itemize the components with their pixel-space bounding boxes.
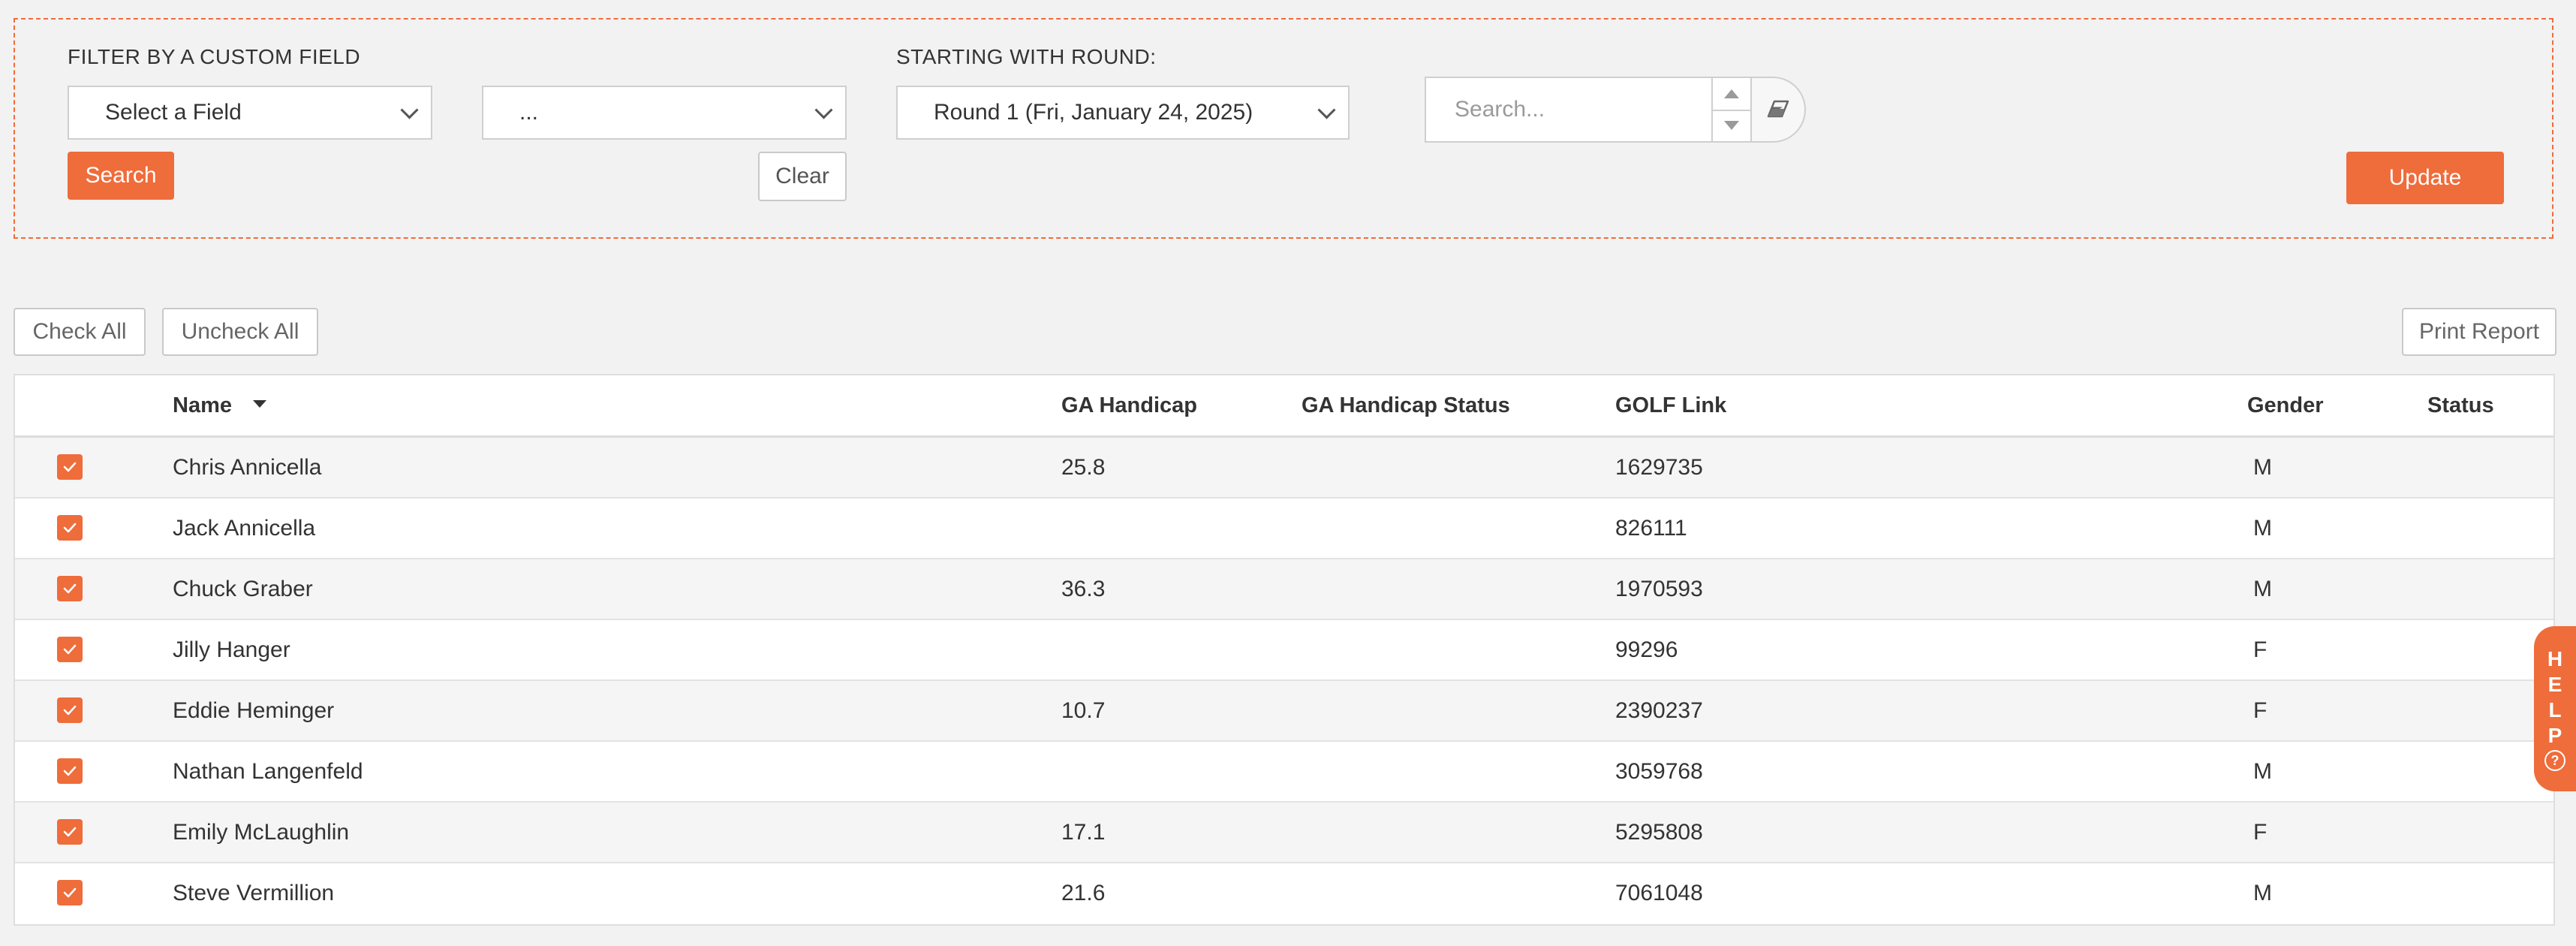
row-checkbox[interactable] — [57, 637, 83, 662]
row-checkbox[interactable] — [57, 819, 83, 845]
search-spinner — [1711, 77, 1752, 143]
checkmark-icon — [63, 887, 77, 898]
round-select-value: Round 1 (Fri, January 24, 2025) — [934, 100, 1253, 125]
checkmark-icon — [63, 705, 77, 716]
table-row: Steve Vermillion 21.6 7061048 M — [15, 863, 2553, 924]
column-header-ga-handicap[interactable]: GA Handicap — [1061, 375, 1197, 435]
table-row: Chuck Graber 36.3 1970593 M — [15, 559, 2553, 620]
cell-gender: M — [2253, 881, 2272, 905]
help-letter: H — [2547, 647, 2563, 670]
cell-name: Eddie Heminger — [173, 698, 335, 723]
table-body: Chris Annicella 25.8 1629735 M Jack Annicell… — [15, 438, 2553, 924]
cell-golf-link: 3059768 — [1615, 759, 1703, 784]
column-header-gender[interactable]: Gender — [2247, 375, 2324, 435]
help-letter: P — [2547, 724, 2562, 747]
eraser-icon — [1767, 100, 1789, 118]
spinner-down-button[interactable] — [1713, 110, 1750, 141]
cell-golf-link: 826111 — [1615, 516, 1687, 541]
custom-field-value-select[interactable]: ... — [482, 86, 847, 140]
clear-search-button[interactable] — [1750, 77, 1806, 143]
custom-field-select-value: Select a Field — [105, 100, 242, 125]
cell-golf-link: 1970593 — [1615, 577, 1703, 601]
table-row: Jilly Hanger 99296 F — [15, 620, 2553, 681]
column-header-name[interactable]: Name — [173, 375, 266, 435]
custom-field-value-select-value: ... — [519, 100, 539, 125]
cell-gender: F — [2253, 637, 2268, 662]
triangle-down-icon — [1724, 121, 1739, 130]
cell-gender: F — [2253, 698, 2268, 723]
cell-gender: M — [2253, 516, 2272, 541]
search-button[interactable]: Search — [68, 152, 174, 200]
table-row: Jack Annicella 826111 M — [15, 499, 2553, 559]
cell-ga-handicap: 21.6 — [1061, 881, 1106, 905]
chevron-down-icon — [400, 101, 419, 119]
cell-gender: M — [2253, 455, 2272, 480]
row-checkbox[interactable] — [57, 576, 83, 601]
row-checkbox[interactable] — [57, 880, 83, 905]
sort-descending-icon — [253, 400, 266, 408]
table-row: Chris Annicella 25.8 1629735 M — [15, 438, 2553, 499]
column-header-ga-handicap-status[interactable]: GA Handicap Status — [1302, 375, 1510, 435]
chevron-down-icon — [814, 101, 833, 119]
table-row: Emily McLaughlin 17.1 5295808 F — [15, 803, 2553, 863]
column-header-status[interactable]: Status — [2427, 375, 2494, 435]
cell-name: Jack Annicella — [173, 516, 316, 541]
triangle-up-icon — [1724, 89, 1739, 98]
round-label: STARTING WITH ROUND: — [896, 45, 1157, 68]
cell-ga-handicap: 17.1 — [1061, 820, 1106, 845]
cell-name: Nathan Langenfeld — [173, 759, 363, 784]
checkmark-icon — [63, 827, 77, 837]
cell-golf-link: 7061048 — [1615, 881, 1703, 905]
cell-gender: F — [2253, 820, 2268, 845]
help-letter: E — [2547, 673, 2562, 696]
column-header-name-label: Name — [173, 393, 232, 417]
chevron-down-icon — [1317, 101, 1336, 119]
cell-ga-handicap: 10.7 — [1061, 698, 1106, 723]
cell-gender: M — [2253, 577, 2272, 601]
custom-field-select[interactable]: Select a Field — [68, 86, 432, 140]
row-checkbox[interactable] — [57, 454, 83, 480]
column-header-golf-link[interactable]: GOLF Link — [1615, 375, 1726, 435]
checkmark-icon — [63, 766, 77, 776]
cell-ga-handicap: 36.3 — [1061, 577, 1106, 601]
custom-field-label: FILTER BY A CUSTOM FIELD — [68, 45, 361, 68]
clear-button[interactable]: Clear — [758, 152, 847, 201]
filter-panel: FILTER BY A CUSTOM FIELD Select a Field … — [14, 18, 2553, 239]
search-input[interactable] — [1425, 77, 1711, 143]
round-select[interactable]: Round 1 (Fri, January 24, 2025) — [896, 86, 1350, 140]
cell-ga-handicap: 25.8 — [1061, 455, 1106, 480]
checkmark-icon — [63, 644, 77, 655]
page: FILTER BY A CUSTOM FIELD Select a Field … — [0, 0, 2576, 946]
cell-golf-link: 1629735 — [1615, 455, 1703, 480]
help-letter: L — [2548, 698, 2562, 722]
checkmark-icon — [63, 462, 77, 472]
row-checkbox[interactable] — [57, 515, 83, 541]
checkmark-icon — [63, 583, 77, 594]
cell-golf-link: 2390237 — [1615, 698, 1703, 723]
cell-name: Jilly Hanger — [173, 637, 290, 662]
row-checkbox[interactable] — [57, 758, 83, 784]
cell-golf-link: 5295808 — [1615, 820, 1703, 845]
cell-name: Emily McLaughlin — [173, 820, 350, 845]
table-header: Name GA Handicap GA Handicap Status GOLF… — [15, 375, 2553, 438]
question-circle-icon: ? — [2544, 750, 2565, 771]
cell-golf-link: 99296 — [1615, 637, 1678, 662]
row-checkbox[interactable] — [57, 697, 83, 723]
spinner-up-button[interactable] — [1713, 78, 1750, 111]
cell-gender: M — [2253, 759, 2272, 784]
check-all-button[interactable]: Check All — [14, 308, 146, 356]
cell-name: Chris Annicella — [173, 455, 322, 480]
table-row: Eddie Heminger 10.7 2390237 F — [15, 681, 2553, 742]
table-row: Nathan Langenfeld 3059768 M — [15, 742, 2553, 803]
uncheck-all-button[interactable]: Uncheck All — [162, 308, 318, 356]
search-box — [1425, 77, 1822, 146]
checkmark-icon — [63, 523, 77, 533]
cell-name: Chuck Graber — [173, 577, 313, 601]
help-tab[interactable]: H E L P ? — [2534, 626, 2576, 791]
cell-name: Steve Vermillion — [173, 881, 335, 905]
print-report-button[interactable]: Print Report — [2402, 308, 2556, 356]
players-table: Name GA Handicap GA Handicap Status GOLF… — [14, 374, 2555, 926]
update-button[interactable]: Update — [2346, 152, 2504, 204]
